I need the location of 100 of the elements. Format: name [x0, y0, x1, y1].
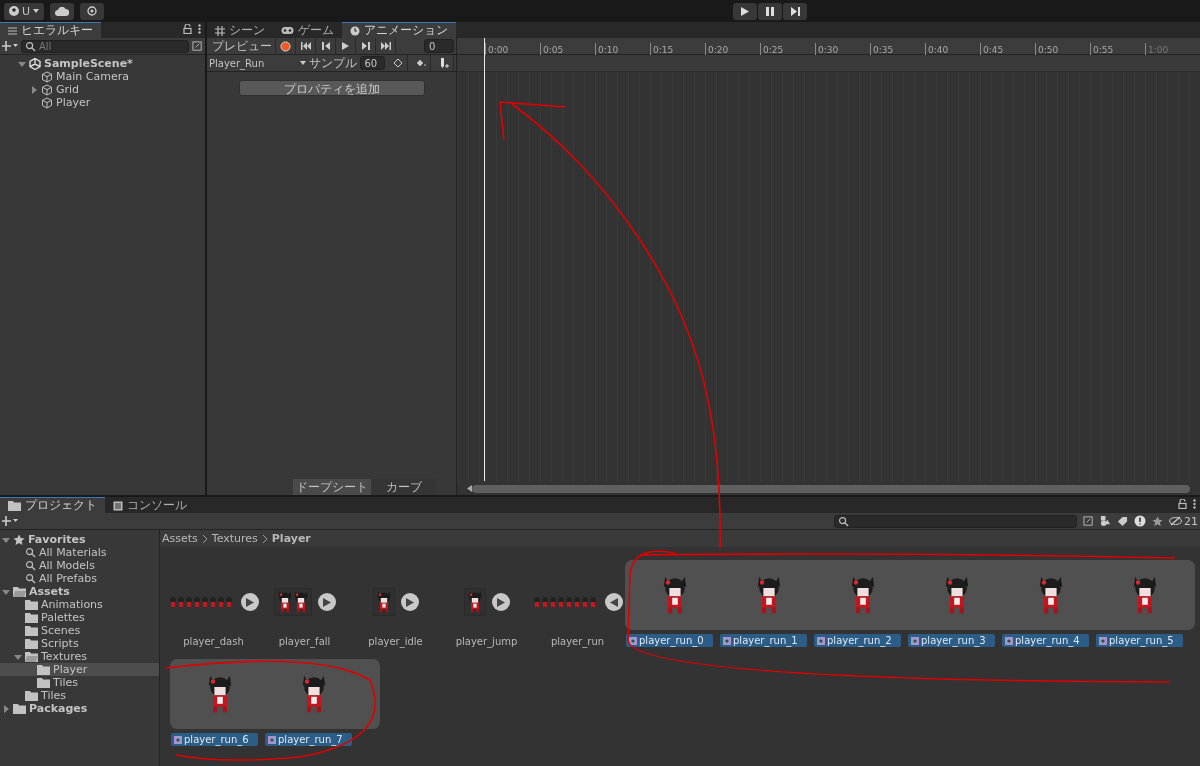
- collapsed-arrow-icon[interactable]: [2, 704, 10, 713]
- asset-name[interactable]: player_dash: [183, 636, 244, 647]
- asset-name[interactable]: player_run: [550, 636, 605, 647]
- tree-item[interactable]: All Materials: [0, 546, 159, 559]
- sprite-icon: [911, 636, 919, 645]
- sprite-label[interactable]: player_run_0: [626, 634, 713, 647]
- skip-forward-icon: [380, 42, 391, 50]
- cloud-button[interactable]: [50, 2, 75, 20]
- tree-item[interactable]: Favorites: [0, 533, 159, 546]
- expand-button[interactable]: [491, 593, 510, 611]
- panel-tab[interactable]: コンソール: [105, 497, 195, 513]
- clock-icon: [350, 25, 360, 36]
- folder-icon: [25, 638, 38, 649]
- panel-tab[interactable]: アニメーション: [342, 22, 456, 38]
- tree-item[interactable]: Main Camera: [0, 70, 205, 83]
- tree-item[interactable]: Scenes: [0, 624, 159, 637]
- settings-button[interactable]: [80, 2, 105, 20]
- clip-dropdown[interactable]: Player_Run: [209, 57, 306, 69]
- sample-field[interactable]: 60: [359, 56, 385, 70]
- panel-tab[interactable]: ゲーム: [273, 22, 342, 38]
- asset-name[interactable]: player_idle: [368, 636, 423, 647]
- step-button[interactable]: [783, 3, 807, 20]
- expanded-arrow-icon[interactable]: [2, 535, 10, 544]
- more-icon: [1193, 499, 1196, 509]
- play-icon: [245, 597, 254, 607]
- character-icon: [1131, 574, 1159, 616]
- add-icon: [2, 516, 18, 526]
- tree-item[interactable]: Packages: [0, 702, 159, 715]
- pause-button[interactable]: [758, 3, 782, 20]
- play-icon: [342, 42, 349, 50]
- sprite-label[interactable]: player_run_7: [265, 733, 352, 746]
- frame-field[interactable]: 0: [424, 39, 454, 53]
- account-button[interactable]: U: [4, 2, 45, 20]
- expand-button[interactable]: [400, 593, 419, 611]
- tree-item[interactable]: Player: [0, 663, 159, 676]
- open-folder-icon: [25, 651, 38, 662]
- search-field[interactable]: [834, 514, 1077, 528]
- sprite-label[interactable]: player_run_6: [171, 733, 258, 746]
- grid-icon: [215, 25, 225, 36]
- sprite-icon: [723, 636, 731, 645]
- tree-item[interactable]: All Models: [0, 559, 159, 572]
- add-property-button[interactable]: プロパティを追加: [238, 80, 425, 96]
- expanded-arrow-icon[interactable]: [14, 652, 22, 661]
- open-folder-icon: [13, 586, 26, 597]
- view-tab[interactable]: ドープシート: [293, 479, 371, 495]
- pause-icon: [766, 7, 774, 16]
- tree-item[interactable]: Animations: [0, 598, 159, 611]
- play-icon: [496, 597, 505, 607]
- sprite-icon: [174, 735, 182, 744]
- play-button[interactable]: [733, 3, 757, 20]
- sprite-label[interactable]: player_run_2: [814, 634, 901, 647]
- breadcrumb-item[interactable]: Assets: [162, 532, 198, 545]
- tree-item[interactable]: Scripts: [0, 637, 159, 650]
- search-icon: [25, 40, 36, 52]
- expanded-arrow-icon[interactable]: [18, 59, 26, 68]
- step-back-icon: [321, 42, 330, 50]
- tree-item[interactable]: Player: [0, 96, 205, 109]
- tree-item[interactable]: Tiles: [0, 676, 159, 689]
- tree-item[interactable]: Tiles: [0, 689, 159, 702]
- tree-item[interactable]: Palettes: [0, 611, 159, 624]
- skip-back-icon: [300, 42, 311, 50]
- tree-item[interactable]: Textures: [0, 650, 159, 663]
- list-icon: [8, 26, 17, 35]
- expand-button[interactable]: [317, 593, 336, 611]
- folder-icon: [25, 625, 38, 636]
- scrollbar-thumb[interactable]: [472, 484, 1190, 493]
- tree-item[interactable]: SampleScene*: [0, 57, 205, 70]
- asset-thumbnail[interactable]: [372, 588, 395, 616]
- collapse-button[interactable]: [604, 593, 623, 611]
- tree-item[interactable]: Grid: [0, 83, 205, 96]
- breadcrumb-item[interactable]: Textures: [211, 532, 258, 545]
- sprite-label[interactable]: player_run_4: [1002, 634, 1089, 647]
- asset-thumbnail[interactable]: [463, 588, 486, 616]
- caret-icon: [33, 9, 40, 13]
- panel-tab[interactable]: プロジェクト: [0, 497, 105, 513]
- sprite-icon: [817, 636, 825, 645]
- arrow-left-icon: [609, 597, 618, 607]
- asset-thumbnail[interactable]: [273, 588, 312, 616]
- asset-name[interactable]: player_fall: [278, 636, 331, 647]
- play-icon: [322, 597, 331, 607]
- tree-item[interactable]: Assets: [0, 585, 159, 598]
- sprite-label[interactable]: player_run_3: [908, 634, 995, 647]
- expanded-arrow-icon[interactable]: [2, 587, 10, 596]
- character-icon: [466, 590, 483, 614]
- expand-button[interactable]: [240, 593, 259, 611]
- hidden-count[interactable]: 21: [1169, 514, 1198, 528]
- collapsed-arrow-icon[interactable]: [30, 85, 38, 94]
- asset-name[interactable]: player_jump: [455, 636, 518, 647]
- sprite-icon: [268, 735, 276, 744]
- panel-tab[interactable]: シーン: [207, 22, 273, 38]
- tree-item[interactable]: All Prefabs: [0, 572, 159, 585]
- character-icon: [375, 590, 392, 614]
- character-icon: [943, 574, 971, 616]
- sprite-label[interactable]: player_run_5: [1096, 634, 1183, 647]
- folder-icon: [8, 500, 21, 511]
- shapes-icon: [1100, 515, 1111, 527]
- hierarchy-tab[interactable]: ヒエラルキー: [0, 22, 101, 38]
- sprite-label[interactable]: player_run_1: [720, 634, 807, 647]
- breadcrumb-item[interactable]: Player: [271, 532, 311, 545]
- settings-icon: [87, 6, 98, 16]
